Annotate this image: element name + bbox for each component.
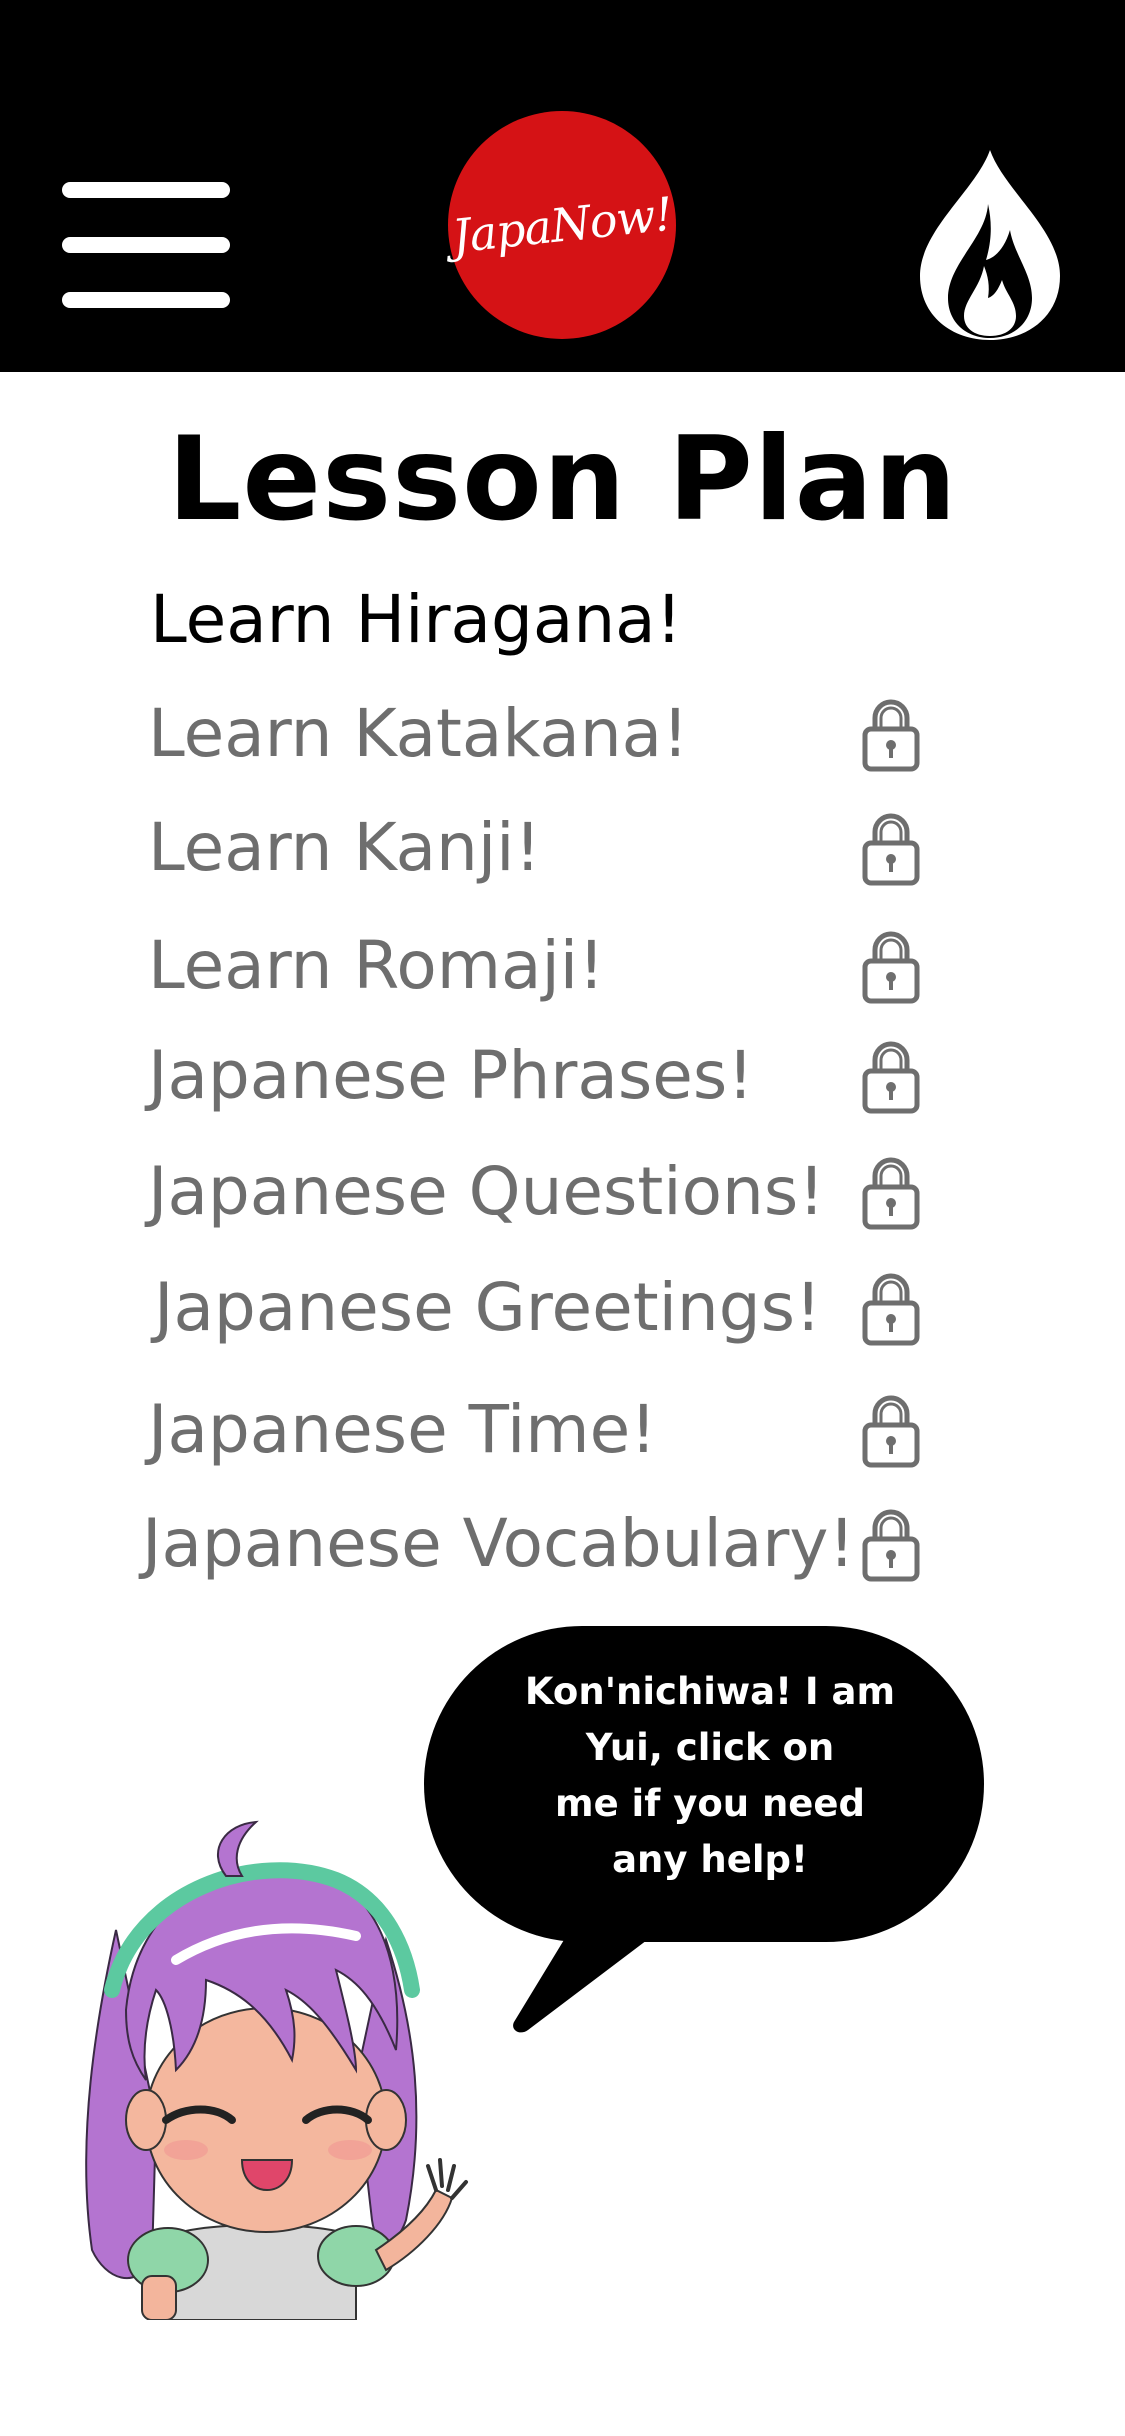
lesson-item-time[interactable]: Japanese Time! — [140, 1382, 940, 1478]
padlock-icon — [862, 699, 920, 772]
lesson-label: Japanese Greetings! — [154, 1269, 822, 1346]
hamburger-menu-icon[interactable] — [62, 182, 230, 308]
menu-bar — [62, 237, 230, 253]
speech-bubble-tail — [513, 1900, 700, 2033]
padlock-icon — [862, 813, 920, 886]
menu-bar — [62, 182, 230, 198]
lesson-label: Japanese Phrases! — [148, 1037, 754, 1114]
lesson-label: Japanese Time! — [148, 1391, 657, 1468]
logo-text: JapaNow! — [449, 186, 675, 264]
menu-bar — [62, 292, 230, 308]
lesson-item-kanji[interactable]: Learn Kanji! — [140, 800, 940, 896]
lesson-label: Learn Kanji! — [148, 809, 541, 886]
bubble-line: any help! — [612, 1838, 808, 1881]
anime-girl-mascot[interactable] — [56, 1820, 476, 2320]
lesson-label: Japanese Vocabulary! — [142, 1505, 855, 1582]
padlock-icon — [862, 931, 920, 1004]
bubble-line: Yui, click on — [585, 1726, 835, 1769]
padlock-icon — [862, 1041, 920, 1114]
flame-icon[interactable] — [912, 146, 1068, 342]
lesson-item-greetings[interactable]: Japanese Greetings! — [140, 1260, 940, 1356]
lesson-item-phrases[interactable]: Japanese Phrases! — [140, 1028, 940, 1124]
page-title: Lesson Plan — [167, 412, 958, 547]
lesson-item-romaji[interactable]: Learn Romaji! — [140, 918, 940, 1014]
lesson-item-questions[interactable]: Japanese Questions! — [140, 1144, 940, 1240]
app-logo[interactable]: JapaNow! — [448, 111, 676, 339]
lesson-label: Japanese Questions! — [148, 1153, 825, 1230]
padlock-icon — [862, 1273, 920, 1346]
lesson-item-hiragana[interactable]: Learn Hiragana! — [140, 572, 940, 668]
lesson-label: Learn Katakana! — [148, 695, 689, 772]
bubble-line: Kon'nichiwa! I am — [524, 1670, 896, 1713]
app-header: JapaNow! — [0, 0, 1125, 372]
speech-bubble-text: Kon'nichiwa! I am Yui, click on me if yo… — [510, 1664, 910, 1888]
lesson-item-katakana[interactable]: Learn Katakana! — [140, 686, 940, 782]
padlock-icon — [862, 1157, 920, 1230]
bubble-line: me if you need — [555, 1782, 865, 1825]
padlock-icon — [862, 1509, 920, 1582]
padlock-icon — [862, 1395, 920, 1468]
lesson-label: Learn Romaji! — [148, 927, 605, 1004]
lesson-item-vocabulary[interactable]: Japanese Vocabulary! — [140, 1496, 940, 1592]
lesson-label: Learn Hiragana! — [150, 581, 683, 658]
